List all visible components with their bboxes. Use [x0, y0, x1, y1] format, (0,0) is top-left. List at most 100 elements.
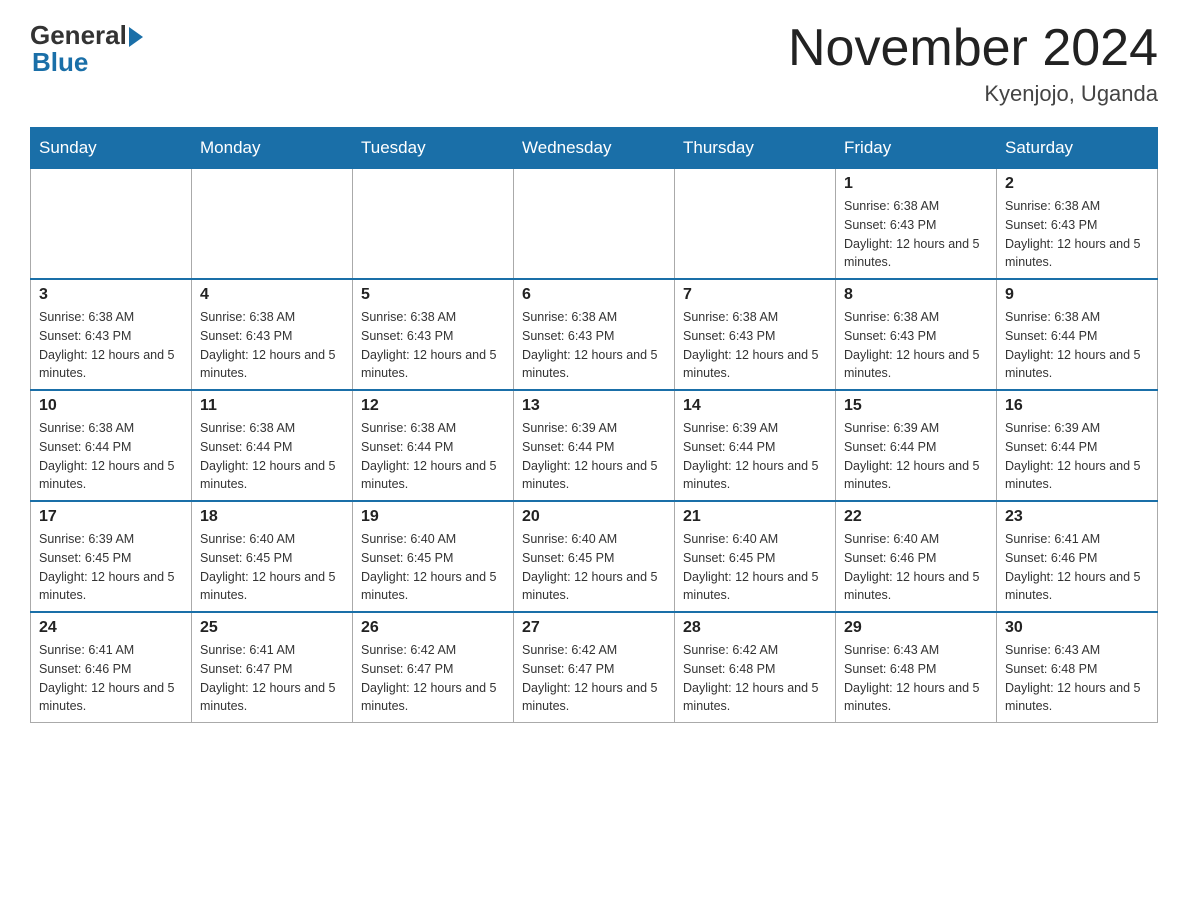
day-of-week-header: Thursday [675, 128, 836, 169]
calendar-cell: 5Sunrise: 6:38 AMSunset: 6:43 PMDaylight… [353, 279, 514, 390]
calendar-header-row: SundayMondayTuesdayWednesdayThursdayFrid… [31, 128, 1158, 169]
calendar-cell: 3 Sunrise: 6:38 AMSunset: 6:43 PMDaylight… [31, 279, 192, 390]
day-info: Sunrise: 6:41 AMSunset: 6:46 PMDaylight:… [1005, 530, 1149, 605]
day-info: Sunrise: 6:39 AMSunset: 6:45 PMDaylight:… [39, 530, 183, 605]
calendar-cell: 18 Sunrise: 6:40 AMSunset: 6:45 PMDayligh… [192, 501, 353, 612]
calendar-week-row: 10 Sunrise: 6:38 AMSunset: 6:44 PMDayligh… [31, 390, 1158, 501]
day-info: Sunrise: 6:42 AMSunset: 6:47 PMDaylight:… [522, 641, 666, 716]
calendar-cell [192, 169, 353, 280]
calendar-cell: 28 Sunrise: 6:42 AMSunset: 6:48 PMDayligh… [675, 612, 836, 723]
calendar-cell: 9 Sunrise: 6:38 AMSunset: 6:44 PMDaylight… [997, 279, 1158, 390]
logo: General Blue [30, 20, 143, 78]
calendar-cell: 15 Sunrise: 6:39 AMSunset: 6:44 PMDayligh… [836, 390, 997, 501]
calendar-cell: 14Sunrise: 6:39 AMSunset: 6:44 PMDayligh… [675, 390, 836, 501]
day-info: Sunrise: 6:40 AMSunset: 6:45 PMDaylight:… [361, 530, 505, 605]
day-of-week-header: Wednesday [514, 128, 675, 169]
calendar-cell: 20 Sunrise: 6:40 AMSunset: 6:45 PMDayligh… [514, 501, 675, 612]
calendar-cell [514, 169, 675, 280]
day-info: Sunrise: 6:43 AMSunset: 6:48 PMDaylight:… [1005, 641, 1149, 716]
day-info: Sunrise: 6:38 AMSunset: 6:43 PMDaylight:… [844, 197, 988, 272]
day-number: 11 [200, 397, 344, 415]
day-info: Sunrise: 6:42 AMSunset: 6:48 PMDaylight:… [683, 641, 827, 716]
calendar-cell: 2 Sunrise: 6:38 AMSunset: 6:43 PMDaylight… [997, 169, 1158, 280]
calendar-cell: 12 Sunrise: 6:38 AMSunset: 6:44 PMDayligh… [353, 390, 514, 501]
day-info: Sunrise: 6:40 AMSunset: 6:45 PMDaylight:… [200, 530, 344, 605]
calendar-cell: 7Sunrise: 6:38 AMSunset: 6:43 PMDaylight… [675, 279, 836, 390]
day-info: Sunrise: 6:38 AMSunset: 6:43 PMDaylight:… [361, 308, 505, 383]
day-info: Sunrise: 6:38 AMSunset: 6:44 PMDaylight:… [39, 419, 183, 494]
day-number: 10 [39, 397, 183, 415]
day-number: 3 [39, 286, 183, 304]
day-of-week-header: Sunday [31, 128, 192, 169]
calendar-cell: 27Sunrise: 6:42 AMSunset: 6:47 PMDayligh… [514, 612, 675, 723]
day-info: Sunrise: 6:39 AMSunset: 6:44 PMDaylight:… [1005, 419, 1149, 494]
day-number: 12 [361, 397, 505, 415]
calendar-cell: 6Sunrise: 6:38 AMSunset: 6:43 PMDaylight… [514, 279, 675, 390]
calendar-cell: 4 Sunrise: 6:38 AMSunset: 6:43 PMDaylight… [192, 279, 353, 390]
day-info: Sunrise: 6:39 AMSunset: 6:44 PMDaylight:… [522, 419, 666, 494]
day-number: 28 [683, 619, 827, 637]
calendar-cell: 11 Sunrise: 6:38 AMSunset: 6:44 PMDayligh… [192, 390, 353, 501]
day-info: Sunrise: 6:38 AMSunset: 6:44 PMDaylight:… [200, 419, 344, 494]
day-number: 21 [683, 508, 827, 526]
day-number: 4 [200, 286, 344, 304]
day-info: Sunrise: 6:38 AMSunset: 6:44 PMDaylight:… [1005, 308, 1149, 383]
calendar-cell: 25 Sunrise: 6:41 AMSunset: 6:47 PMDayligh… [192, 612, 353, 723]
title-section: November 2024 Kyenjojo, Uganda [788, 20, 1158, 107]
day-of-week-header: Monday [192, 128, 353, 169]
day-number: 17 [39, 508, 183, 526]
calendar-cell: 21Sunrise: 6:40 AMSunset: 6:45 PMDayligh… [675, 501, 836, 612]
calendar-week-row: 17 Sunrise: 6:39 AMSunset: 6:45 PMDayligh… [31, 501, 1158, 612]
calendar-cell: 1 Sunrise: 6:38 AMSunset: 6:43 PMDaylight… [836, 169, 997, 280]
calendar-cell [353, 169, 514, 280]
calendar-cell [675, 169, 836, 280]
day-number: 8 [844, 286, 988, 304]
day-info: Sunrise: 6:38 AMSunset: 6:43 PMDaylight:… [1005, 197, 1149, 272]
day-info: Sunrise: 6:41 AMSunset: 6:46 PMDaylight:… [39, 641, 183, 716]
calendar-cell: 10 Sunrise: 6:38 AMSunset: 6:44 PMDayligh… [31, 390, 192, 501]
day-number: 22 [844, 508, 988, 526]
day-info: Sunrise: 6:38 AMSunset: 6:43 PMDaylight:… [39, 308, 183, 383]
day-number: 24 [39, 619, 183, 637]
day-info: Sunrise: 6:40 AMSunset: 6:45 PMDaylight:… [522, 530, 666, 605]
day-info: Sunrise: 6:38 AMSunset: 6:43 PMDaylight:… [200, 308, 344, 383]
calendar-cell [31, 169, 192, 280]
day-of-week-header: Tuesday [353, 128, 514, 169]
calendar-week-row: 3 Sunrise: 6:38 AMSunset: 6:43 PMDaylight… [31, 279, 1158, 390]
day-info: Sunrise: 6:39 AMSunset: 6:44 PMDaylight:… [844, 419, 988, 494]
day-info: Sunrise: 6:38 AMSunset: 6:44 PMDaylight:… [361, 419, 505, 494]
month-title: November 2024 [788, 20, 1158, 77]
day-info: Sunrise: 6:43 AMSunset: 6:48 PMDaylight:… [844, 641, 988, 716]
day-info: Sunrise: 6:38 AMSunset: 6:43 PMDaylight:… [844, 308, 988, 383]
day-number: 7 [683, 286, 827, 304]
day-number: 15 [844, 397, 988, 415]
logo-arrow-icon [129, 27, 143, 47]
day-info: Sunrise: 6:41 AMSunset: 6:47 PMDaylight:… [200, 641, 344, 716]
calendar-cell: 24 Sunrise: 6:41 AMSunset: 6:46 PMDayligh… [31, 612, 192, 723]
day-of-week-header: Saturday [997, 128, 1158, 169]
day-number: 6 [522, 286, 666, 304]
day-number: 13 [522, 397, 666, 415]
day-number: 9 [1005, 286, 1149, 304]
day-info: Sunrise: 6:39 AMSunset: 6:44 PMDaylight:… [683, 419, 827, 494]
day-number: 16 [1005, 397, 1149, 415]
day-number: 1 [844, 175, 988, 193]
day-number: 20 [522, 508, 666, 526]
calendar-cell: 8 Sunrise: 6:38 AMSunset: 6:43 PMDaylight… [836, 279, 997, 390]
day-number: 30 [1005, 619, 1149, 637]
calendar-table: SundayMondayTuesdayWednesdayThursdayFrid… [30, 127, 1158, 723]
day-info: Sunrise: 6:40 AMSunset: 6:46 PMDaylight:… [844, 530, 988, 605]
calendar-cell: 19 Sunrise: 6:40 AMSunset: 6:45 PMDayligh… [353, 501, 514, 612]
day-number: 18 [200, 508, 344, 526]
day-number: 19 [361, 508, 505, 526]
calendar-cell: 29Sunrise: 6:43 AMSunset: 6:48 PMDayligh… [836, 612, 997, 723]
logo-blue-text: Blue [32, 47, 88, 78]
location: Kyenjojo, Uganda [788, 81, 1158, 107]
day-number: 2 [1005, 175, 1149, 193]
calendar-cell: 26Sunrise: 6:42 AMSunset: 6:47 PMDayligh… [353, 612, 514, 723]
day-info: Sunrise: 6:42 AMSunset: 6:47 PMDaylight:… [361, 641, 505, 716]
day-number: 25 [200, 619, 344, 637]
calendar-week-row: 24 Sunrise: 6:41 AMSunset: 6:46 PMDayligh… [31, 612, 1158, 723]
calendar-cell: 22 Sunrise: 6:40 AMSunset: 6:46 PMDayligh… [836, 501, 997, 612]
calendar-cell: 30 Sunrise: 6:43 AMSunset: 6:48 PMDayligh… [997, 612, 1158, 723]
